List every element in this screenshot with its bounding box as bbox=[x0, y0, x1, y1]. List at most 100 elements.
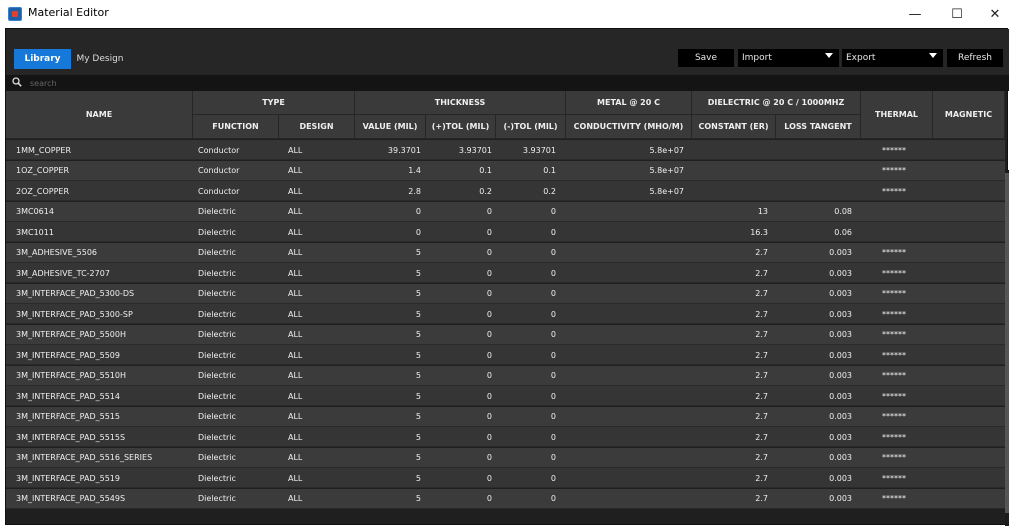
cell-design: ALL bbox=[288, 453, 303, 462]
table-row[interactable]: 3M_INTERFACE_PAD_5509 Dielectric ALL 5 0 0 2.7… bbox=[6, 345, 1005, 365]
cell-design: ALL bbox=[288, 494, 303, 503]
table-row[interactable]: 3M_INTERFACE_PAD_5516_SERIES Dielectric AL… bbox=[6, 447, 1005, 468]
col-header-value[interactable]: VALUE (MIL) bbox=[355, 115, 426, 139]
refresh-button[interactable]: Refresh bbox=[947, 49, 1003, 67]
minimize-button[interactable]: — bbox=[894, 0, 936, 28]
cell-loss bbox=[776, 181, 852, 201]
cell-minus: 0 bbox=[550, 207, 556, 216]
cell-function: Dielectric bbox=[198, 473, 236, 483]
tab-my-design[interactable]: My Design bbox=[76, 49, 124, 69]
cell-er: 2.7 bbox=[755, 432, 768, 442]
col-header-plus-tol[interactable]: (+)TOL (MIL) bbox=[426, 115, 496, 139]
cell-minus: 0 bbox=[550, 473, 556, 483]
table-row[interactable]: 1MM_COPPER Conductor ALL 39.3701 3.93701 3.93… bbox=[6, 140, 1005, 160]
cell-thermal: ****** bbox=[882, 350, 906, 360]
maximize-button[interactable]: ☐ bbox=[936, 0, 978, 28]
cell-function: Conductor bbox=[198, 145, 240, 155]
table-row[interactable]: 3M_ADHESIVE_TC-2707 Dielectric ALL 5 0 0 2.7 0.… bbox=[6, 263, 1005, 283]
table-row[interactable]: 1OZ_COPPER Conductor ALL 1.4 0.1 0.1 5.8e+07 **… bbox=[6, 160, 1005, 181]
cell-cond bbox=[566, 448, 684, 468]
col-header-minus-tol[interactable]: (-)TOL (MIL) bbox=[496, 115, 566, 139]
table-row[interactable]: 3M_INTERFACE_PAD_5300-SP Dielectric ALL 5 0 0… bbox=[6, 304, 1005, 324]
col-header-function[interactable]: FUNCTION bbox=[193, 115, 279, 139]
cell-function: Dielectric bbox=[198, 494, 236, 503]
cell-minus: 0 bbox=[550, 371, 556, 380]
table-row[interactable]: 3M_INTERFACE_PAD_5549S Dielectric ALL 5 0 0 2.… bbox=[6, 488, 1005, 509]
col-header-conductivity[interactable]: CONDUCTIVITY (MHO/M) bbox=[566, 115, 692, 139]
cell-plus: 0 bbox=[486, 227, 492, 237]
cell-cond bbox=[566, 386, 684, 406]
cell-value: 5 bbox=[415, 391, 421, 401]
cell-thermal: ****** bbox=[882, 473, 906, 483]
search-input[interactable] bbox=[28, 75, 428, 91]
import-dropdown[interactable]: Import bbox=[738, 49, 839, 67]
group-header-type: TYPE bbox=[193, 91, 355, 115]
cell-value: 5 bbox=[415, 268, 421, 278]
cell-name: 3M_INTERFACE_PAD_5300-DS bbox=[16, 289, 135, 298]
cell-function: Dielectric bbox=[198, 391, 236, 401]
cell-er: 2.7 bbox=[755, 330, 768, 339]
table-row[interactable]: 3M_INTERFACE_PAD_5519 Dielectric ALL 5 0 0 2.7… bbox=[6, 468, 1005, 488]
cell-loss: 0.003 bbox=[829, 412, 852, 421]
col-header-thermal[interactable]: THERMAL bbox=[861, 91, 933, 139]
cell-minus: 0 bbox=[550, 227, 556, 237]
cell-plus: 0 bbox=[486, 391, 492, 401]
cell-value: 5 bbox=[415, 289, 421, 298]
table-row[interactable]: 3M_INTERFACE_PAD_5500H Dielectric ALL 5 0 0 2.… bbox=[6, 324, 1005, 345]
cell-cond bbox=[566, 325, 684, 345]
cell-loss: 0.003 bbox=[829, 289, 852, 298]
import-label: Import bbox=[742, 53, 772, 63]
col-header-magnetic[interactable]: MAGNETIC bbox=[933, 91, 1005, 139]
cell-value: 5 bbox=[415, 309, 421, 319]
cell-design: ALL bbox=[288, 432, 303, 442]
table-row[interactable]: 3M_INTERFACE_PAD_5515S Dielectric ALL 5 0 0 2.… bbox=[6, 427, 1005, 447]
col-header-loss-tangent[interactable]: LOSS TANGENT bbox=[776, 115, 861, 139]
cell-value: 39.3701 bbox=[387, 145, 421, 155]
cell-plus: 3.93701 bbox=[458, 145, 492, 155]
cell-cond: 5.8e+07 bbox=[649, 145, 684, 155]
cell-function: Dielectric bbox=[198, 248, 236, 257]
cell-function: Dielectric bbox=[198, 371, 236, 380]
cell-thermal: ****** bbox=[882, 371, 906, 380]
cell-loss: 0.06 bbox=[834, 227, 852, 237]
cell-minus: 0 bbox=[550, 391, 556, 401]
cell-cond bbox=[566, 345, 684, 365]
cell-plus: 0 bbox=[486, 268, 492, 278]
cell-loss bbox=[776, 140, 852, 160]
cell-design: ALL bbox=[288, 289, 303, 298]
cell-minus: 0 bbox=[550, 412, 556, 421]
cell-name: 3M_INTERFACE_PAD_5519 bbox=[16, 473, 120, 483]
col-header-design[interactable]: DESIGN bbox=[279, 115, 355, 139]
table-row[interactable]: 3M_INTERFACE_PAD_5300-DS Dielectric ALL 5 0 0… bbox=[6, 283, 1005, 304]
toolbar: Library My Design Save Import Export Ref… bbox=[6, 29, 1009, 75]
close-button[interactable]: ✕ bbox=[974, 0, 1013, 28]
cell-cond bbox=[566, 304, 684, 324]
cell-minus: 0.2 bbox=[543, 186, 556, 196]
col-header-name[interactable]: NAME bbox=[6, 91, 193, 139]
cell-plus: 0 bbox=[486, 309, 492, 319]
cell-name: 1OZ_COPPER bbox=[16, 166, 70, 175]
cell-thermal: ****** bbox=[882, 412, 906, 421]
save-button[interactable]: Save bbox=[678, 49, 734, 67]
cell-er bbox=[692, 181, 768, 201]
table-row[interactable]: 3MC0614 Dielectric ALL 0 0 0 13 0.08 bbox=[6, 201, 1005, 222]
table-row[interactable]: 3MC1011 Dielectric ALL 0 0 0 16.3 0.06 bbox=[6, 222, 1005, 242]
cell-loss: 0.003 bbox=[829, 494, 852, 503]
tab-library[interactable]: Library bbox=[14, 49, 71, 69]
col-header-constant[interactable]: CONSTANT (ER) bbox=[692, 115, 776, 139]
cell-thermal: ****** bbox=[882, 330, 906, 339]
cell-name: 3M_INTERFACE_PAD_5510H bbox=[16, 371, 126, 380]
title-bar: Material Editor — ☐ ✕ bbox=[0, 0, 1013, 28]
table-row[interactable]: 3M_ADHESIVE_5506 Dielectric ALL 5 0 0 2.7 0.003… bbox=[6, 242, 1005, 263]
export-dropdown[interactable]: Export bbox=[842, 49, 943, 67]
cell-er bbox=[692, 140, 768, 160]
table-row[interactable]: 2OZ_COPPER Conductor ALL 2.8 0.2 0.2 5.8e+07 **… bbox=[6, 181, 1005, 201]
cell-design: ALL bbox=[288, 371, 303, 380]
table-row[interactable]: 3M_INTERFACE_PAD_5514 Dielectric ALL 5 0 0 2.7… bbox=[6, 386, 1005, 406]
cell-thermal: ****** bbox=[882, 494, 906, 503]
cell-magnetic bbox=[941, 468, 1001, 488]
table-row[interactable]: 3M_INTERFACE_PAD_5510H Dielectric ALL 5 0 0 2.… bbox=[6, 365, 1005, 386]
scrollbar-thumb[interactable] bbox=[1005, 173, 1009, 513]
table-row[interactable]: 3M_INTERFACE_PAD_5515 Dielectric ALL 5 0 0 2.7… bbox=[6, 406, 1005, 427]
cell-plus: 0 bbox=[486, 453, 492, 462]
